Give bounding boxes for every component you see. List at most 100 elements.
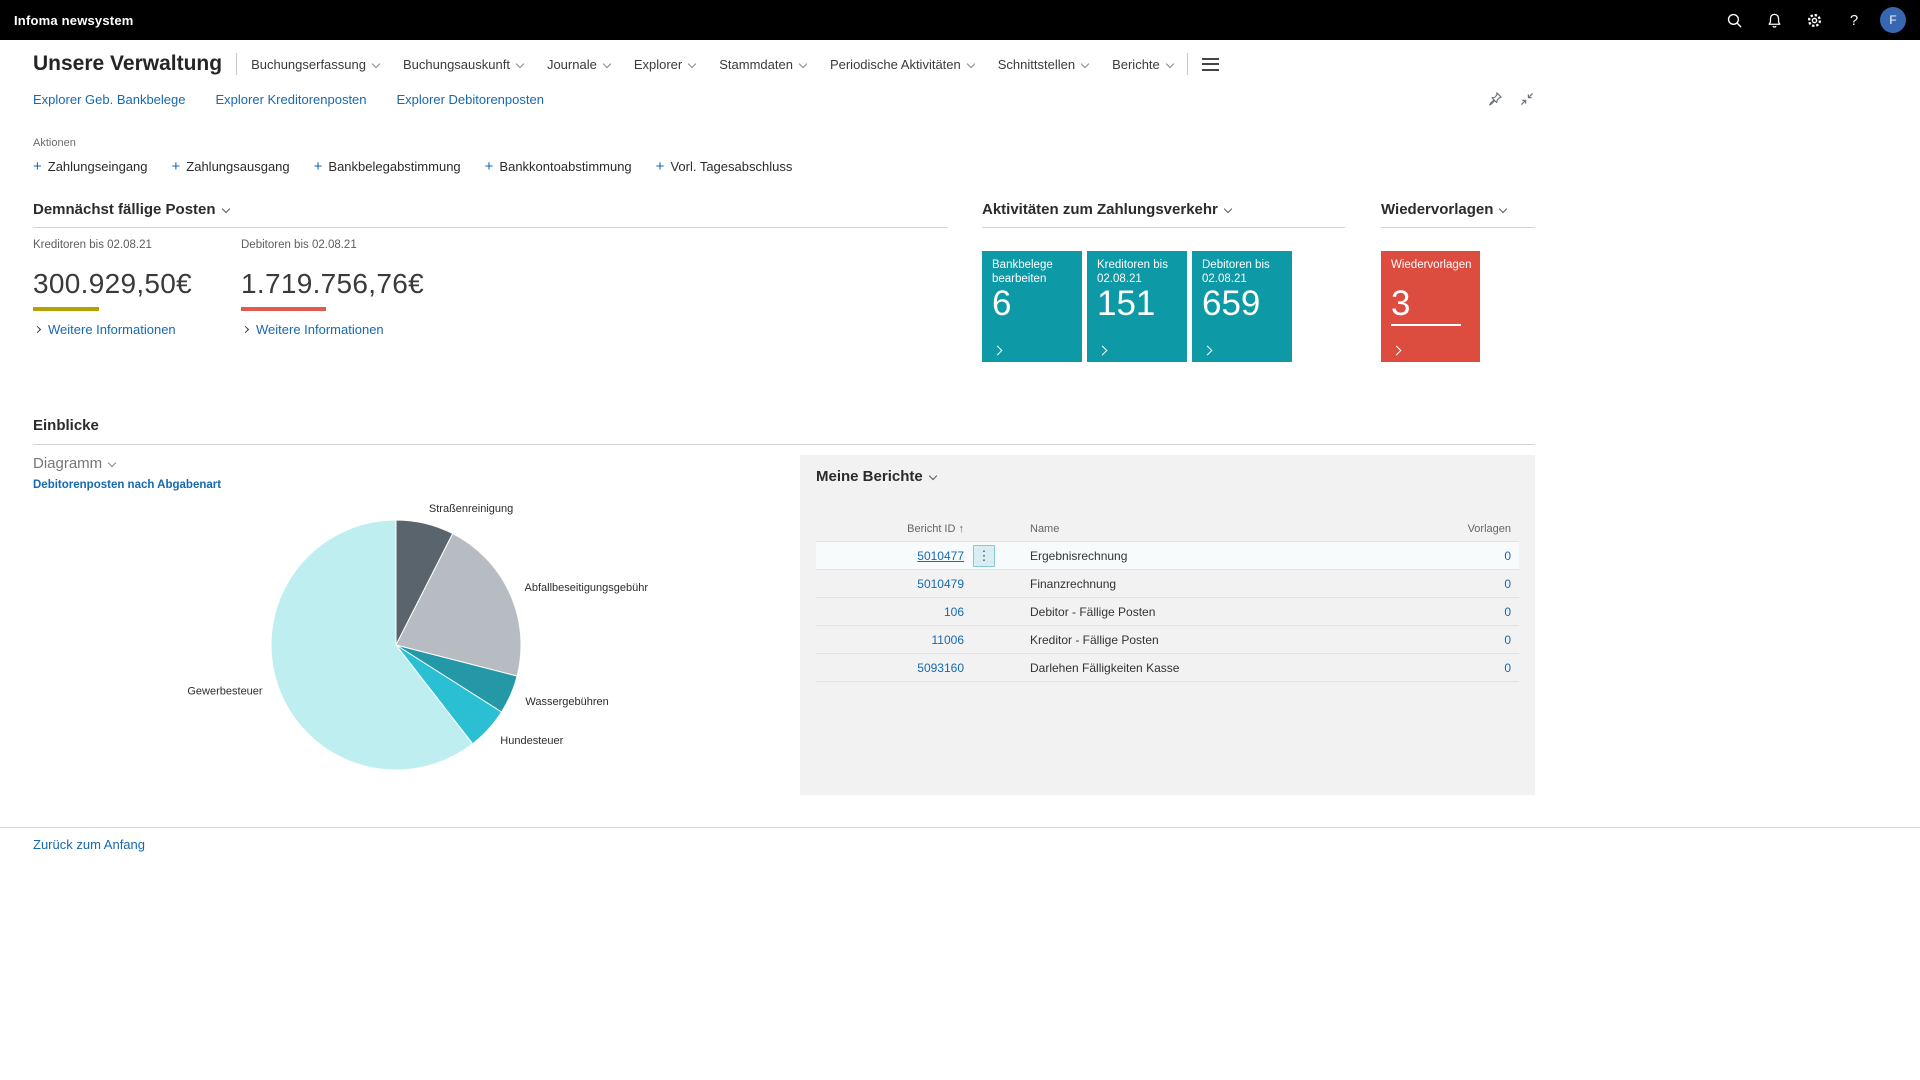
more-info-link[interactable]: Weitere Informationen [33, 322, 241, 337]
divider [1187, 53, 1188, 75]
action-bankbelegabstimmung[interactable]: +Bankbelegabstimmung [314, 158, 461, 175]
table-row[interactable]: 5010477 ⋮ Ergebnisrechnung 0 [816, 542, 1519, 570]
section-due-posts: Demnächst fällige Posten Kreditoren bis … [33, 201, 948, 337]
collapse-icon[interactable] [1519, 91, 1535, 107]
table-row[interactable]: 106 Debitor - Fällige Posten 0 [816, 598, 1519, 626]
menu-berichte[interactable]: Berichte [1112, 57, 1173, 72]
column-header-name[interactable]: Name [1004, 523, 1441, 535]
due-debitoren: Debitoren bis 02.08.21 1.719.756,76€ Wei… [241, 239, 449, 337]
footer-divider [0, 827, 1920, 828]
cue-tiles: Bankbelege bearbeiten 6 Kreditoren bis 0… [982, 251, 1345, 362]
report-name: Finanzrechnung [1004, 577, 1441, 591]
user-avatar[interactable]: F [1880, 7, 1906, 33]
sort-ascending-icon: ↑ [959, 523, 965, 535]
my-reports-heading[interactable]: Meine Berichte [816, 468, 1519, 485]
report-vorlagen[interactable]: 0 [1441, 549, 1519, 563]
more-info-link[interactable]: Weitere Informationen [241, 322, 449, 337]
actions-section: Aktionen +Zahlungseingang +Zahlungsausga… [33, 137, 792, 175]
due-posts-heading[interactable]: Demnächst fällige Posten [33, 201, 948, 228]
action-bankkontoabstimmung[interactable]: +Bankkontoabstimmung [485, 158, 632, 175]
report-id-link[interactable]: 11006 [816, 633, 964, 647]
pin-icon[interactable] [1487, 91, 1503, 107]
chevron-down-icon [372, 59, 380, 67]
app-title[interactable]: Infoma newsystem [14, 13, 134, 28]
top-app-bar: Infoma newsystem ? F [0, 0, 1920, 40]
report-id-link[interactable]: 5093160 [816, 661, 964, 675]
chevron-down-icon [1224, 205, 1232, 213]
help-icon[interactable]: ? [1834, 0, 1874, 40]
table-row[interactable]: 5093160 Darlehen Fälligkeiten Kasse 0 [816, 654, 1519, 682]
amount-bar [33, 307, 99, 311]
chevron-down-icon [967, 59, 975, 67]
report-vorlagen[interactable]: 0 [1441, 633, 1519, 647]
due-amount-kreditoren[interactable]: 300.929,50€ [33, 268, 241, 300]
back-to-top-link[interactable]: Zurück zum Anfang [33, 837, 145, 852]
due-label: Debitoren bis 02.08.21 [241, 239, 449, 251]
plus-icon: + [33, 158, 42, 175]
section-reminders: Wiedervorlagen Wiedervorlagen 3 [1381, 201, 1535, 362]
link-explorer-kreditorenposten[interactable]: Explorer Kreditorenposten [215, 92, 366, 107]
table-row[interactable]: 11006 Kreditor - Fällige Posten 0 [816, 626, 1519, 654]
menu-schnittstellen[interactable]: Schnittstellen [998, 57, 1088, 72]
due-amount-debitoren[interactable]: 1.719.756,76€ [241, 268, 449, 300]
divider [236, 53, 237, 75]
gear-icon[interactable] [1794, 0, 1834, 40]
report-name: Debitor - Fällige Posten [1004, 605, 1441, 619]
row-ellipsis-menu-icon[interactable]: ⋮ [973, 545, 995, 567]
chevron-right-icon [1098, 346, 1108, 356]
bell-icon[interactable] [1754, 0, 1794, 40]
avatar-initial: F [1889, 13, 1896, 27]
chevron-down-icon [1499, 205, 1507, 213]
column-header-bericht-id[interactable]: Bericht ID ↑ [816, 523, 964, 535]
tile-label: Wiedervorlagen [1391, 258, 1470, 272]
chevron-right-icon [242, 326, 249, 333]
reports-table: Bericht ID ↑ Name Vorlagen 5010477 ⋮ Erg… [816, 516, 1519, 682]
actions-label: Aktionen [33, 137, 792, 149]
action-vorl-tagesabschluss[interactable]: +Vorl. Tagesabschluss [656, 158, 793, 175]
tile-label: Kreditoren bis 02.08.21 [1097, 258, 1177, 286]
menu-buchungsauskunft[interactable]: Buchungsauskunft [403, 57, 523, 72]
payment-activities-heading[interactable]: Aktivitäten zum Zahlungsverkehr [982, 201, 1345, 228]
chevron-down-icon [1166, 59, 1174, 67]
report-vorlagen[interactable]: 0 [1441, 605, 1519, 619]
search-icon[interactable] [1714, 0, 1754, 40]
report-vorlagen[interactable]: 0 [1441, 577, 1519, 591]
report-id-link[interactable]: 106 [816, 605, 964, 619]
chevron-down-icon [928, 472, 936, 480]
insights-heading: Einblicke [33, 417, 1535, 445]
report-id-link[interactable]: 5010477 [816, 549, 964, 563]
pie-slice-label: Hundesteuer [500, 735, 563, 747]
more-options-menu-icon[interactable] [1202, 58, 1219, 71]
report-name: Kreditor - Fällige Posten [1004, 633, 1441, 647]
table-row[interactable]: 5010479 Finanzrechnung 0 [816, 570, 1519, 598]
report-vorlagen[interactable]: 0 [1441, 661, 1519, 675]
tile-wiedervorlagen[interactable]: Wiedervorlagen 3 [1381, 251, 1480, 362]
actions-list: +Zahlungseingang +Zahlungsausgang +Bankb… [33, 158, 792, 175]
tile-debitoren-bis[interactable]: Debitoren bis 02.08.21 659 [1192, 251, 1292, 362]
chevron-down-icon [799, 59, 807, 67]
pie-slice-label: Gewerbesteuer [187, 686, 263, 698]
action-zahlungsausgang[interactable]: +Zahlungsausgang [172, 158, 290, 175]
menu-stammdaten[interactable]: Stammdaten [719, 57, 806, 72]
report-id-link[interactable]: 5010479 [816, 577, 964, 591]
link-explorer-debitorenposten[interactable]: Explorer Debitorenposten [397, 92, 544, 107]
report-name: Darlehen Fälligkeiten Kasse [1004, 661, 1441, 675]
action-zahlungseingang[interactable]: +Zahlungseingang [33, 158, 148, 175]
chevron-down-icon [603, 59, 611, 67]
column-header-vorlagen[interactable]: Vorlagen [1441, 523, 1519, 535]
menu-explorer[interactable]: Explorer [634, 57, 695, 72]
tile-value: 659 [1202, 284, 1260, 324]
cue-groups: Demnächst fällige Posten Kreditoren bis … [33, 201, 1535, 401]
plus-icon: + [172, 158, 181, 175]
menu-periodische-aktivitaeten[interactable]: Periodische Aktivitäten [830, 57, 974, 72]
link-explorer-geb-bankbelege[interactable]: Explorer Geb. Bankbelege [33, 92, 185, 107]
tile-kreditoren-bis[interactable]: Kreditoren bis 02.08.21 151 [1087, 251, 1187, 362]
tile-bankbelege-bearbeiten[interactable]: Bankbelege bearbeiten 6 [982, 251, 1082, 362]
menu-journale[interactable]: Journale [547, 57, 610, 72]
reminders-heading[interactable]: Wiedervorlagen [1381, 201, 1535, 228]
menu-buchungserfassung[interactable]: Buchungserfassung [251, 57, 379, 72]
pie-slice-label: Straßenreinigung [429, 503, 513, 515]
my-reports-panel: Meine Berichte Bericht ID ↑ Name Vorlage… [800, 455, 1535, 795]
pie-slice-label: Abfallbeseitigungsgebühr [525, 582, 649, 594]
tile-label: Debitoren bis 02.08.21 [1202, 258, 1282, 286]
